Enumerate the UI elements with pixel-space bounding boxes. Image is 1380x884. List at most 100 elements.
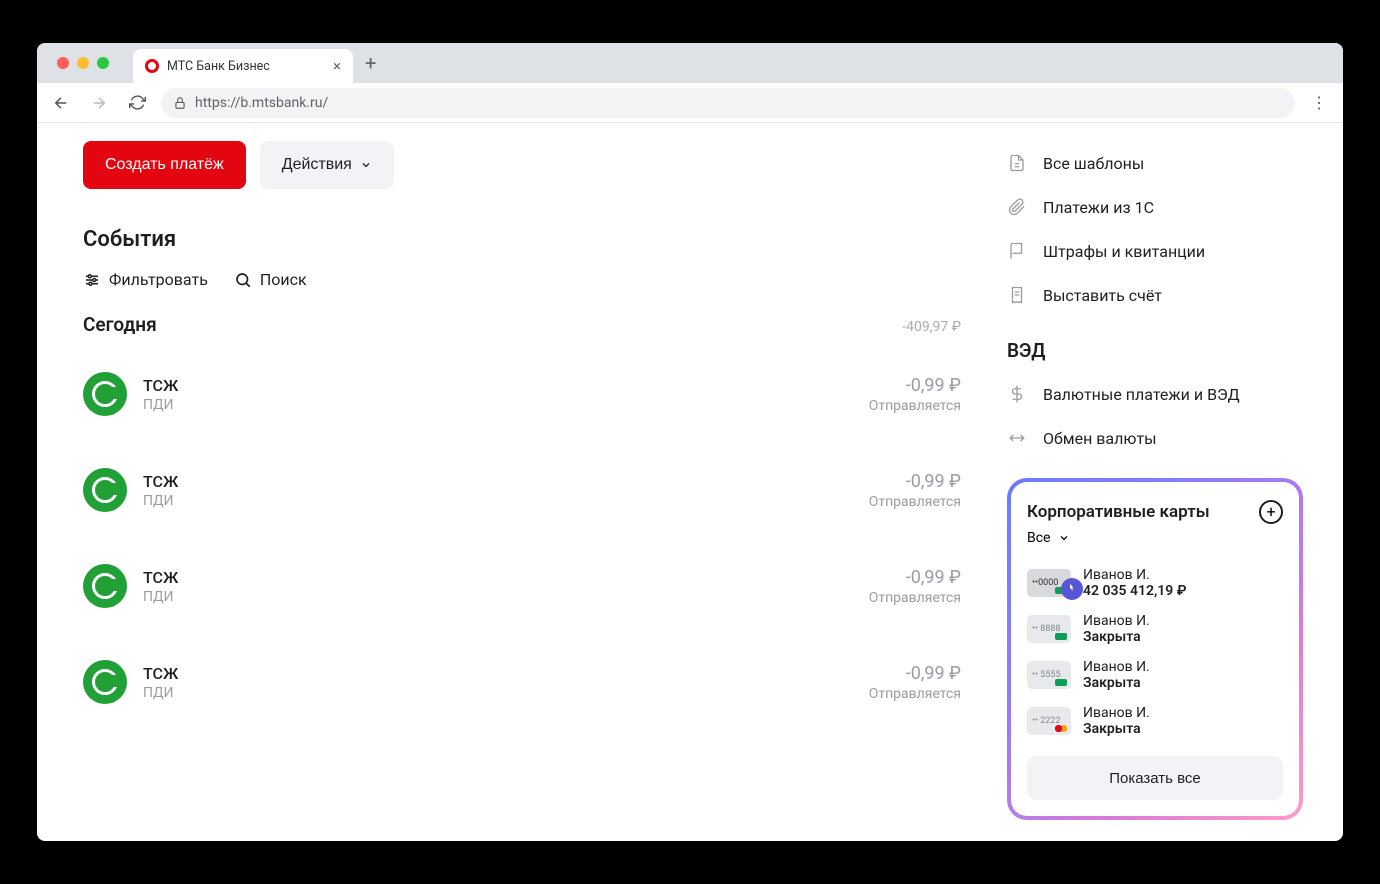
search-icon <box>234 271 252 289</box>
day-header: Сегодня -409,97 ₽ <box>83 313 961 336</box>
receipt-icon <box>1007 285 1027 305</box>
quicklink-invoice[interactable]: Выставить счёт <box>1007 273 1303 317</box>
create-payment-label: Создать платёж <box>105 156 224 174</box>
event-amount: -0,99 ₽ <box>869 663 961 684</box>
card-item[interactable]: •• 8888 Иванов И. Закрыта <box>1027 606 1283 652</box>
quicklink-all-templates[interactable]: Все шаблоны <box>1007 141 1303 185</box>
browser-toolbar: https://b.mtsbank.ru/ ⋮ <box>37 83 1343 123</box>
event-amount: -0,99 ₽ <box>869 471 961 492</box>
window-minimize-icon[interactable] <box>77 57 89 69</box>
card-thumbnail: •• 5555 <box>1027 661 1071 689</box>
document-icon <box>1007 153 1027 173</box>
card-balance: Закрыта <box>1083 675 1283 691</box>
filter-label: Фильтровать <box>109 270 208 289</box>
events-heading: События <box>83 227 961 252</box>
cards-header: Корпоративные карты + <box>1027 500 1283 524</box>
tab-bar: МТС Банк Бизнес × + <box>37 43 1343 83</box>
card-info: Иванов И. 42 035 412,19 ₽ <box>1083 567 1283 599</box>
card-item[interactable]: •• 5555 Иванов И. Закрыта <box>1027 652 1283 698</box>
event-status: Отправляется <box>869 398 961 414</box>
window-maximize-icon[interactable] <box>97 57 109 69</box>
card-holder: Иванов И. <box>1083 659 1283 675</box>
url-bar[interactable]: https://b.mtsbank.ru/ <box>161 88 1295 118</box>
quicklink-label: Выставить счёт <box>1043 286 1162 305</box>
new-tab-button[interactable]: + <box>353 51 388 75</box>
card-thumbnail: •• 2222 <box>1027 707 1071 735</box>
quicklink-label: Платежи из 1С <box>1043 198 1154 217</box>
dollar-icon <box>1007 384 1027 404</box>
corporate-cards-panel: Корпоративные карты + Все ••0000 Иванов … <box>1007 478 1303 820</box>
event-row[interactable]: ТСЖ ПДИ -0,99 ₽ Отправляется <box>83 354 961 450</box>
main-column: Создать платёж Действия События Фильтров… <box>37 123 1007 841</box>
card-info: Иванов И. Закрыта <box>1083 705 1283 737</box>
traffic-lights <box>45 45 121 81</box>
event-name: ТСЖ <box>143 376 869 395</box>
event-sub: ПДИ <box>143 493 869 509</box>
quicklink-payments-1c[interactable]: Платежи из 1С <box>1007 185 1303 229</box>
event-name: ТСЖ <box>143 664 869 683</box>
quicklink-currency-payments[interactable]: Валютные платежи и ВЭД <box>1007 372 1303 416</box>
cards-title: Корпоративные карты <box>1027 502 1210 522</box>
attachment-icon <box>1007 197 1027 217</box>
event-sub: ПДИ <box>143 589 869 605</box>
window-close-icon[interactable] <box>57 57 69 69</box>
actions-dropdown-label: Действия <box>282 156 352 174</box>
lock-icon <box>173 96 187 110</box>
card-holder: Иванов И. <box>1083 567 1283 583</box>
page-content: Создать платёж Действия События Фильтров… <box>37 123 1343 841</box>
card-balance: 42 035 412,19 ₽ <box>1083 583 1283 599</box>
menu-button[interactable]: ⋮ <box>1305 93 1333 112</box>
card-item[interactable]: •• 2222 Иванов И. Закрыта <box>1027 698 1283 744</box>
event-amount-block: -0,99 ₽ Отправляется <box>869 663 961 702</box>
event-row[interactable]: ТСЖ ПДИ -0,99 ₽ Отправляется <box>83 546 961 642</box>
card-holder: Иванов И. <box>1083 705 1283 721</box>
filter-button[interactable]: Фильтровать <box>83 270 208 289</box>
card-scheme-icon <box>1055 725 1067 732</box>
actions-dropdown-button[interactable]: Действия <box>260 141 394 189</box>
tab-close-icon[interactable]: × <box>333 57 341 75</box>
add-card-button[interactable]: + <box>1259 500 1283 524</box>
browser-tab[interactable]: МТС Банк Бизнес × <box>133 49 353 83</box>
action-row: Создать платёж Действия <box>83 141 961 189</box>
quicklink-currency-exchange[interactable]: Обмен валюты <box>1007 416 1303 460</box>
flag-icon <box>1007 241 1027 261</box>
card-scheme-icon <box>1055 633 1067 640</box>
day-label: Сегодня <box>83 313 157 336</box>
show-all-cards-button[interactable]: Показать все <box>1027 756 1283 800</box>
cards-filter-dropdown[interactable]: Все <box>1027 530 1283 546</box>
browser-window: МТС Банк Бизнес × + https://b.mtsbank.ru… <box>37 43 1343 841</box>
events-controls: Фильтровать Поиск <box>83 270 961 289</box>
url-text: https://b.mtsbank.ru/ <box>195 95 328 111</box>
bank-logo-icon <box>83 564 127 608</box>
create-payment-button[interactable]: Создать платёж <box>83 141 246 189</box>
show-all-label: Показать все <box>1109 770 1201 787</box>
event-amount-block: -0,99 ₽ Отправляется <box>869 567 961 606</box>
event-info: ТСЖ ПДИ <box>143 568 869 605</box>
reload-button[interactable] <box>123 89 151 117</box>
card-scheme-icon <box>1055 679 1067 686</box>
event-status: Отправляется <box>869 494 961 510</box>
sidebar: Все шаблоны Платежи из 1С Штрафы и квита… <box>1007 123 1343 841</box>
event-amount: -0,99 ₽ <box>869 567 961 588</box>
search-label: Поиск <box>260 270 307 289</box>
bank-logo-icon <box>83 660 127 704</box>
event-name: ТСЖ <box>143 472 869 491</box>
card-holder: Иванов И. <box>1083 613 1283 629</box>
corporate-cards-inner: Корпоративные карты + Все ••0000 Иванов … <box>1011 482 1299 816</box>
event-amount-block: -0,99 ₽ Отправляется <box>869 471 961 510</box>
forward-button[interactable] <box>85 89 113 117</box>
search-button[interactable]: Поиск <box>234 270 307 289</box>
quicklink-fines[interactable]: Штрафы и квитанции <box>1007 229 1303 273</box>
ved-heading: ВЭД <box>1007 339 1303 362</box>
chevron-down-icon <box>1058 532 1070 544</box>
event-sub: ПДИ <box>143 397 869 413</box>
quicklink-label: Валютные платежи и ВЭД <box>1043 385 1240 404</box>
cards-filter-label: Все <box>1027 530 1050 546</box>
back-button[interactable] <box>47 89 75 117</box>
event-row[interactable]: ТСЖ ПДИ -0,99 ₽ Отправляется <box>83 642 961 738</box>
card-item[interactable]: ••0000 Иванов И. 42 035 412,19 ₽ <box>1027 560 1283 606</box>
card-balance: Закрыта <box>1083 629 1283 645</box>
day-total: -409,97 ₽ <box>902 319 961 335</box>
card-info: Иванов И. Закрыта <box>1083 613 1283 645</box>
event-row[interactable]: ТСЖ ПДИ -0,99 ₽ Отправляется <box>83 450 961 546</box>
